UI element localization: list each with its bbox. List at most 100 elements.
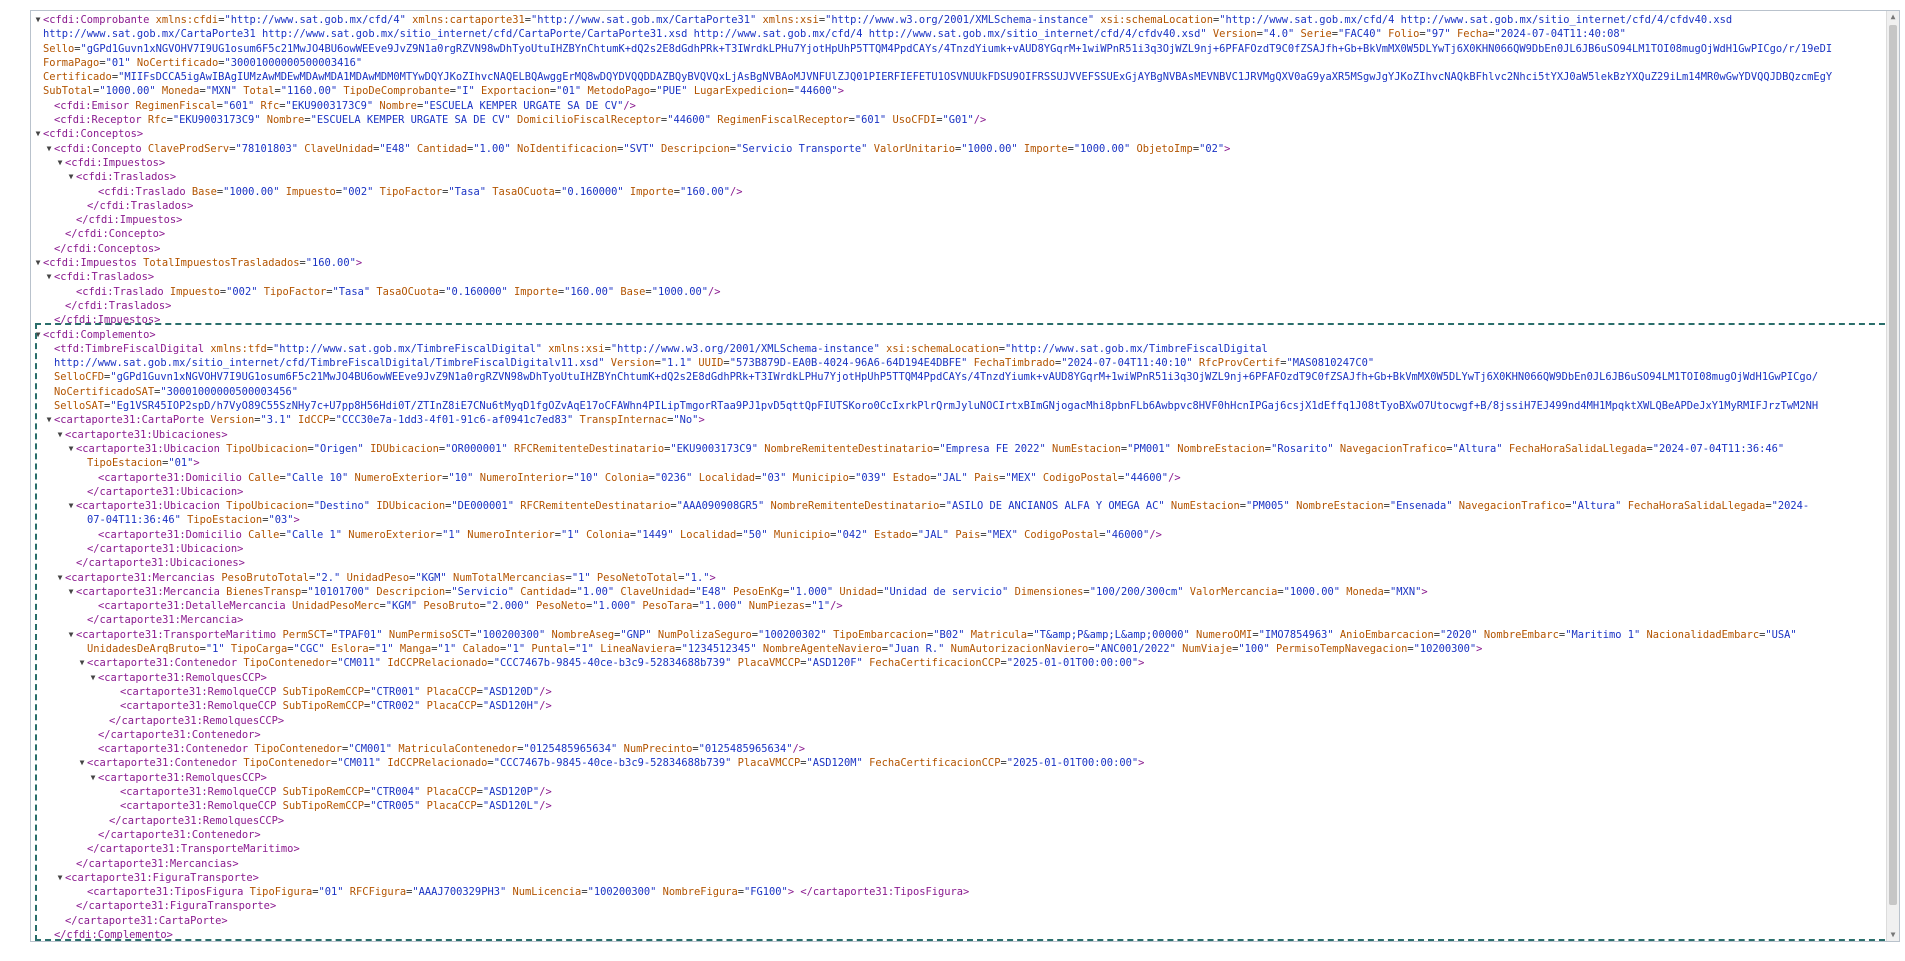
xml-line: TipoEstacion="01"> [31, 456, 1881, 470]
xml-line-content: </cfdi:Traslados> [65, 299, 172, 312]
xml-line-content: TipoEstacion="01"> [87, 457, 200, 470]
xml-line: </cartaporte31:Ubicacion> [31, 542, 1881, 556]
xml-line: </cartaporte31:CartaPorte> [31, 914, 1881, 928]
collapse-toggle-icon[interactable]: ▼ [66, 442, 76, 456]
xml-line-content: <cartaporte31:CartaPorte Version="3.1" I… [54, 414, 705, 427]
xml-line: </cfdi:Complemento> [31, 928, 1881, 941]
xml-line: ▼ <cfdi:Traslados> [31, 270, 1881, 284]
xml-line-content: <cartaporte31:Ubicaciones> [65, 428, 228, 441]
xml-line-content: <tfd:TimbreFiscalDigital xmlns:tfd="http… [54, 342, 1268, 355]
xml-line: <cartaporte31:TiposFigura TipoFigura="01… [31, 885, 1881, 899]
xml-line-content: <cartaporte31:Ubicacion TipoUbicacion="D… [76, 500, 1810, 513]
xml-line-content: SubTotal="1000.00" Moneda="MXN" Total="1… [43, 85, 844, 98]
collapse-toggle-icon[interactable]: ▼ [33, 13, 43, 27]
collapse-toggle-icon[interactable]: ▼ [44, 270, 54, 284]
xml-line-content: </cartaporte31:FiguraTransporte> [76, 900, 277, 913]
xml-line: </cartaporte31:Ubicacion> [31, 485, 1881, 499]
collapse-toggle-icon[interactable]: ▼ [33, 127, 43, 141]
xml-line: NoCertificadoSAT="30001000000500003456" [31, 385, 1881, 399]
xml-line-content: </cfdi:Complemento> [54, 929, 173, 941]
xml-line: Certificado="MIIFsDCCA5igAwIBAgIUMzAwMDE… [31, 70, 1881, 84]
xml-line-content: </cfdi:Traslados> [87, 199, 194, 212]
xml-line: <cartaporte31:RemolqueCCP SubTipoRemCCP=… [31, 699, 1881, 713]
collapse-toggle-icon[interactable]: ▼ [88, 671, 98, 685]
xml-line-content: SelloCFD="gGPd1Guvn1xNGVOHV7I9UG1osum6F5… [54, 371, 1819, 384]
collapse-toggle-icon[interactable]: ▼ [55, 156, 65, 170]
xml-line-content: <cartaporte31:Domicilio Calle="Calle 1" … [98, 528, 1162, 541]
vertical-scrollbar[interactable]: ▲ ▼ [1886, 11, 1899, 941]
collapse-toggle-icon[interactable]: ▼ [33, 256, 43, 270]
xml-line: <cartaporte31:RemolqueCCP SubTipoRemCCP=… [31, 785, 1881, 799]
collapse-toggle-icon[interactable]: ▼ [77, 656, 87, 670]
collapse-toggle-icon[interactable]: ▼ [55, 871, 65, 885]
collapse-toggle-icon[interactable]: ▼ [55, 428, 65, 442]
scroll-thumb[interactable] [1889, 25, 1897, 905]
xml-line: ▼ <cartaporte31:Ubicaciones> [31, 428, 1881, 442]
xml-line-content: <cfdi:Concepto ClaveProdServ="78101803" … [54, 142, 1231, 155]
xml-line-content: <cfdi:Receptor Rfc="EKU9003173C9" Nombre… [54, 114, 987, 127]
xml-code-area: ▼ <cfdi:Comprobante xmlns:cfdi="http://ww… [31, 13, 1881, 941]
xml-line: ▼ <cfdi:Impuestos TotalImpuestosTrasladad… [31, 256, 1881, 270]
xml-line: <cfdi:Emisor RegimenFiscal="601" Rfc="EK… [31, 99, 1881, 113]
xml-line: </cartaporte31:Mercancia> [31, 613, 1881, 627]
collapse-toggle-icon[interactable]: ▼ [66, 628, 76, 642]
xml-line-content: </cfdi:Concepto> [65, 228, 166, 241]
xml-line: <cfdi:Receptor Rfc="EKU9003173C9" Nombre… [31, 113, 1881, 127]
collapse-toggle-icon[interactable]: ▼ [44, 413, 54, 427]
xml-line-content: <cartaporte31:FiguraTransporte> [65, 871, 259, 884]
xml-line-content: <cartaporte31:Mercancias PesoBrutoTotal=… [65, 571, 716, 584]
xml-line: </cartaporte31:Ubicaciones> [31, 556, 1881, 570]
xml-line: ▼ <cartaporte31:Mercancias PesoBrutoTotal… [31, 571, 1881, 585]
xml-line: ▼ <cfdi:Complemento> [31, 328, 1881, 342]
xml-line: </cartaporte31:Mercancias> [31, 857, 1881, 871]
xml-line-content: <cartaporte31:Contenedor TipoContenedor=… [87, 657, 1145, 670]
xml-line-content: <cartaporte31:RemolqueCCP SubTipoRemCCP=… [120, 800, 552, 813]
xml-line: </cfdi:Traslados> [31, 299, 1881, 313]
xml-line-content: <cartaporte31:RemolquesCCP> [98, 671, 267, 684]
xml-line-content: <cartaporte31:Contenedor TipoContenedor=… [87, 757, 1145, 770]
xml-line: Sello="gGPd1Guvn1xNGVOHV7I9UG1osum6F5c21… [31, 42, 1881, 56]
xml-line-content: <cfdi:Conceptos> [43, 128, 144, 141]
xml-line: ▼ <cartaporte31:Ubicacion TipoUbicacion="… [31, 442, 1881, 456]
xml-line-content: <cartaporte31:TiposFigura TipoFigura="01… [87, 886, 970, 899]
xml-line-content: UnidadesDeArqBruto="1" TipoCarga="CGC" E… [87, 643, 1483, 656]
collapse-toggle-icon[interactable]: ▼ [66, 585, 76, 599]
xml-line: </cfdi:Impuestos> [31, 313, 1881, 327]
xml-line: </cartaporte31:TransporteMaritimo> [31, 842, 1881, 856]
xml-line: ▼ <cfdi:Traslados> [31, 170, 1881, 184]
xml-line: ▼ <cartaporte31:Contenedor TipoContenedor… [31, 656, 1881, 670]
xml-viewer[interactable]: ▼ <cfdi:Comprobante xmlns:cfdi="http://ww… [30, 10, 1900, 942]
xml-line-content: <cfdi:Impuestos> [65, 156, 166, 169]
xml-line-content: http://www.sat.gob.mx/sitio_internet/cfd… [54, 357, 1375, 370]
scroll-up-arrow-icon[interactable]: ▲ [1887, 11, 1899, 23]
collapse-toggle-icon[interactable]: ▼ [88, 771, 98, 785]
xml-line: <cartaporte31:Domicilio Calle="Calle 1" … [31, 528, 1881, 542]
xml-line-content: <cartaporte31:RemolqueCCP SubTipoRemCCP=… [120, 700, 552, 713]
collapse-toggle-icon[interactable]: ▼ [66, 499, 76, 513]
xml-line: </cartaporte31:Contenedor> [31, 828, 1881, 842]
xml-line-content: <cartaporte31:Contenedor TipoContenedor=… [98, 743, 806, 756]
xml-line-content: </cartaporte31:RemolquesCCP> [109, 814, 285, 827]
xml-line: ▼ <cartaporte31:FiguraTransporte> [31, 871, 1881, 885]
xml-line: </cfdi:Concepto> [31, 227, 1881, 241]
xml-line: </cartaporte31:Contenedor> [31, 728, 1881, 742]
xml-line-content: <cartaporte31:RemolqueCCP SubTipoRemCCP=… [120, 685, 552, 698]
xml-line-content: </cartaporte31:Ubicaciones> [76, 557, 245, 570]
xml-line-content: <cartaporte31:Ubicacion TipoUbicacion="O… [76, 442, 1785, 455]
collapse-toggle-icon[interactable]: ▼ [55, 571, 65, 585]
xml-line: 07-04T11:36:46" TipoEstacion="03"> [31, 513, 1881, 527]
xml-line: <cartaporte31:Contenedor TipoContenedor=… [31, 742, 1881, 756]
xml-line: SelloSAT="Eg1VSR45IOP2spD/h7VyO89C55SzNH… [31, 399, 1881, 413]
xml-line: ▼ <cfdi:Conceptos> [31, 127, 1881, 141]
xml-line: ▼ <cartaporte31:RemolquesCCP> [31, 771, 1881, 785]
collapse-toggle-icon[interactable]: ▼ [66, 170, 76, 184]
collapse-toggle-icon[interactable]: ▼ [77, 756, 87, 770]
collapse-toggle-icon[interactable]: ▼ [44, 142, 54, 156]
xml-line-content: Sello="gGPd1Guvn1xNGVOHV7I9UG1osum6F5c21… [43, 42, 1833, 55]
xml-line-content: <cartaporte31:Domicilio Calle="Calle 10"… [98, 471, 1181, 484]
xml-line-content: 07-04T11:36:46" TipoEstacion="03"> [87, 514, 300, 527]
xml-line-content: </cartaporte31:CartaPorte> [65, 914, 228, 927]
scroll-down-arrow-icon[interactable]: ▼ [1887, 929, 1899, 941]
collapse-toggle-icon[interactable]: ▼ [33, 328, 43, 342]
xml-line-content: </cartaporte31:Mercancias> [76, 857, 239, 870]
